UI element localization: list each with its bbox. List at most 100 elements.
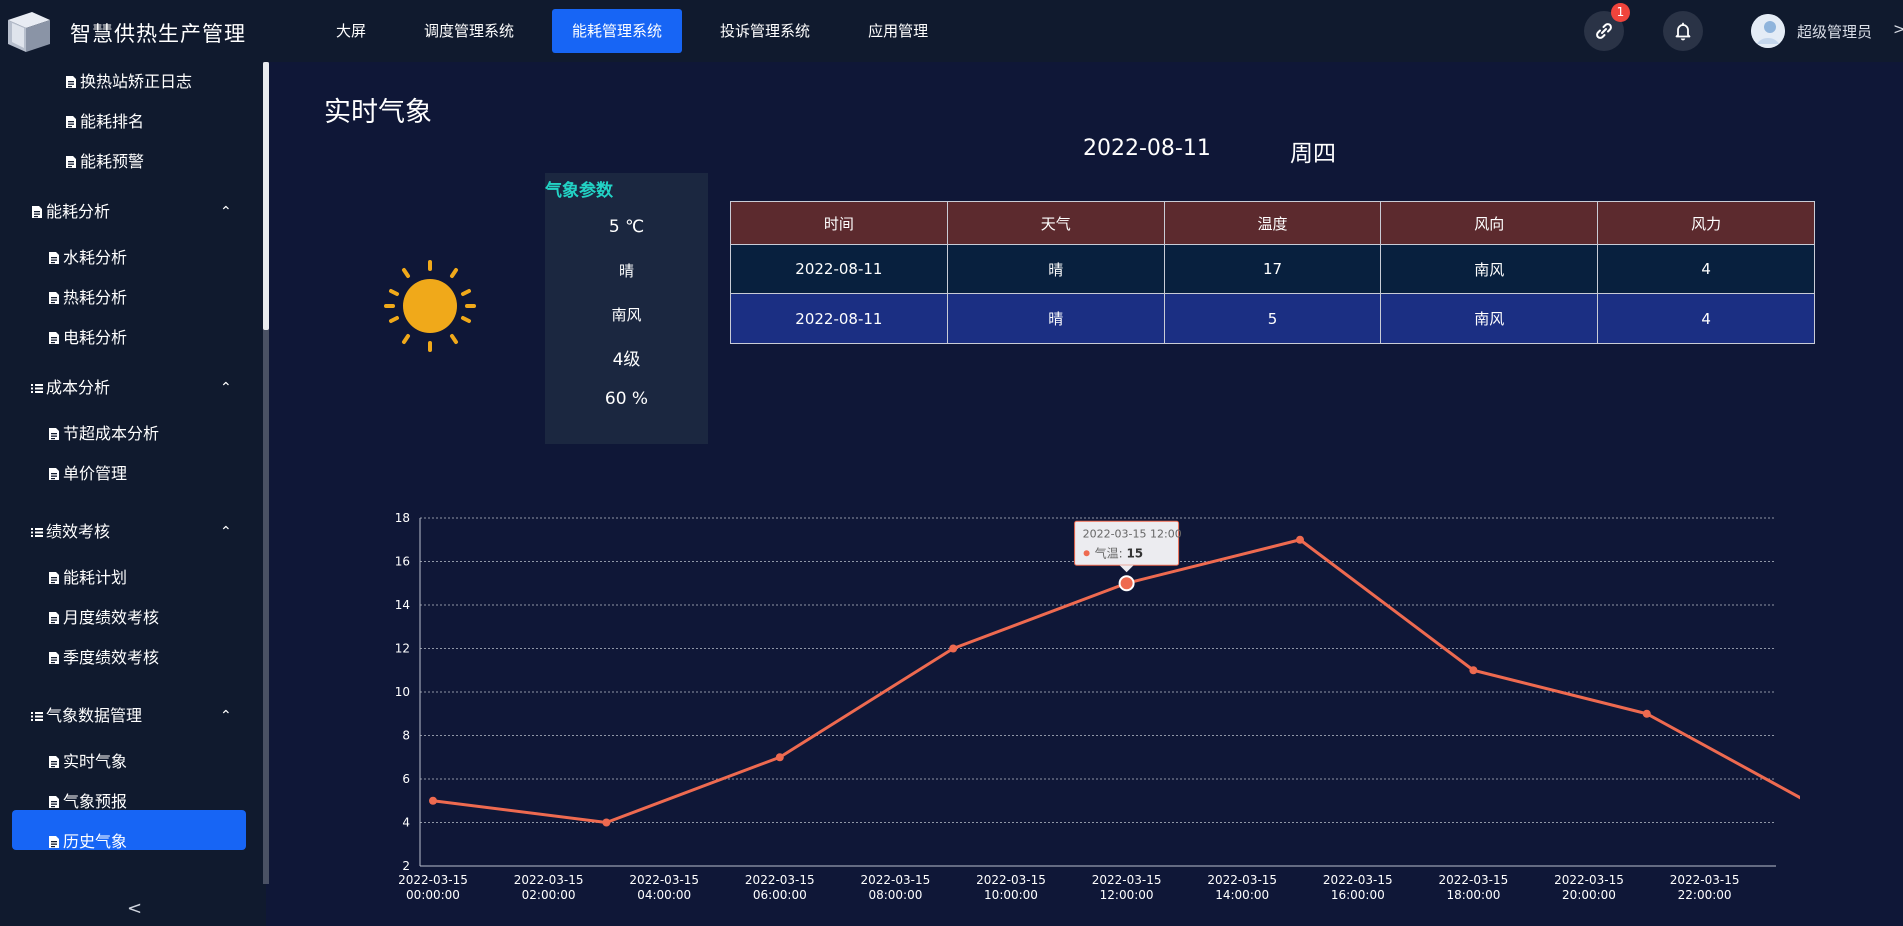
tooltip-series-marker [1083, 550, 1090, 557]
table-row[interactable]: 2022-08-11 晴 5 南风 4 [730, 293, 1815, 344]
sidebar-item[interactable]: 单价管理 [47, 462, 127, 486]
weather-humidity: 60 % [604, 389, 649, 409]
nav-item-dashboard[interactable]: 大屏 [316, 9, 386, 53]
y-tick-label: 16 [395, 555, 410, 569]
sidebar-item[interactable]: 历史气象 [47, 830, 127, 854]
x-tick-label: 2022-03-15 16:00:00 [1323, 873, 1393, 902]
sidebar-scrollbar-thumb[interactable] [263, 62, 269, 330]
chevron-up-icon[interactable]: ⌃ [220, 520, 232, 544]
nav-item-energy[interactable]: 能耗管理系统 [552, 9, 683, 53]
sidebar-item[interactable]: 热耗分析 [47, 286, 127, 310]
y-tick-label: 10 [395, 685, 410, 699]
file-icon [49, 796, 59, 808]
sidebar-item-label: 换热站矫正日志 [80, 72, 193, 91]
chevron-up-icon[interactable]: ⌃ [220, 200, 232, 224]
file-icon [49, 652, 59, 664]
data-point [1469, 666, 1478, 675]
temperature-chart[interactable]: 2 4 6 8 10 12 14 16 18 2022-03-15 00:00:00 2022-03-… [380, 500, 1800, 926]
sidebar-item[interactable]: 电耗分析 [47, 326, 127, 350]
table-header-cell: 风力 [1597, 201, 1815, 245]
x-tick-label: 2022-03-15 04:00:00 [629, 873, 699, 902]
data-point [429, 796, 437, 805]
sidebar-item[interactable]: 能耗预警 [64, 150, 144, 174]
sidebar-item[interactable]: 节超成本分析 [47, 422, 159, 446]
y-tick-label: 18 [395, 511, 410, 525]
file-icon [32, 206, 42, 218]
sidebar-group[interactable]: 气象数据管理 ⌃ [30, 704, 240, 728]
data-point [1642, 709, 1651, 718]
table-cell: 南风 [1380, 244, 1599, 294]
sidebar-item[interactable]: 换热站矫正日志 [64, 70, 192, 94]
tooltip-series-label: 气温: 15 [1095, 545, 1144, 560]
sidebar-item-label: 气象预报 [63, 792, 128, 811]
x-tick-label: 2022-03-15 12:00:00 [1092, 873, 1162, 902]
table-cell: 晴 [946, 244, 1165, 294]
table-header-cell: 风向 [1380, 201, 1599, 245]
file-icon [49, 836, 59, 848]
sidebar-item-label: 热耗分析 [63, 288, 128, 307]
file-icon [49, 612, 59, 624]
file-icon [49, 756, 59, 768]
table-header-cell: 天气 [946, 201, 1165, 245]
x-tick-label: 2022-03-15 14:00:00 [1207, 873, 1277, 902]
collapse-sidebar-button[interactable]: < [127, 898, 142, 919]
sidebar-item[interactable]: 月度绩效考核 [47, 606, 159, 630]
avatar[interactable] [1751, 14, 1785, 48]
list-icon [31, 528, 43, 537]
nav-item-dispatch[interactable]: 调度管理系统 [404, 9, 534, 53]
top-bar: 智慧供热生产管理 大屏 调度管理系统 能耗管理系统 投诉管理系统 应用管理 1 … [0, 0, 1903, 62]
nav-item-app-manage[interactable]: 应用管理 [848, 9, 948, 53]
current-date: 2022-08-11 [1083, 136, 1211, 161]
y-tick-label: 6 [402, 772, 410, 786]
chevron-up-icon[interactable]: ⌃ [220, 704, 232, 728]
y-tick-label: 8 [402, 729, 410, 743]
file-icon [66, 156, 76, 168]
sidebar-item-label: 能耗分析 [46, 202, 111, 221]
sidebar-item-label: 节超成本分析 [63, 424, 160, 443]
table-header-cell: 温度 [1163, 201, 1382, 245]
notification-button[interactable] [1663, 11, 1703, 51]
table-cell: 5 [1163, 293, 1382, 344]
sun-icon [384, 260, 476, 352]
table-row[interactable]: 2022-08-11 晴 17 南风 4 [730, 244, 1815, 294]
y-tick-label: 14 [395, 598, 410, 612]
weather-temperature: 5 ℃ [608, 217, 645, 237]
tooltip-title: 2022-03-15 12:00 [1083, 527, 1182, 540]
weather-wind-level: 4级 [612, 350, 641, 370]
table-header-row: 时间 天气 温度 风向 风力 [730, 201, 1815, 245]
sidebar-item[interactable]: 能耗排名 [64, 110, 144, 134]
sidebar-group[interactable]: 能耗分析 ⌃ [30, 200, 240, 224]
sidebar-item[interactable]: 气象预报 [47, 790, 127, 814]
sidebar-group[interactable]: 成本分析 ⌃ [30, 376, 240, 400]
sidebar-item-label: 实时气象 [63, 752, 128, 771]
sidebar-group[interactable]: 绩效考核 ⌃ [30, 520, 240, 544]
weather-table: 时间 天气 温度 风向 风力 2022-08-11 晴 17 南风 4 2022… [730, 201, 1815, 344]
data-point [1118, 575, 1135, 592]
y-tick-label: 12 [395, 642, 410, 656]
user-menu-arrow[interactable]: > [1893, 20, 1903, 38]
list-icon [31, 712, 43, 721]
link-button[interactable]: 1 [1584, 3, 1630, 51]
main-nav: 大屏 调度管理系统 能耗管理系统 投诉管理系统 应用管理 [316, 9, 966, 53]
sidebar-item-label: 季度绩效考核 [63, 648, 160, 667]
sidebar-item[interactable]: 能耗计划 [47, 566, 127, 590]
sidebar-item[interactable]: 水耗分析 [47, 246, 127, 270]
temperature-line [432, 538, 1800, 824]
sidebar-item-label: 月度绩效考核 [63, 608, 160, 627]
weather-wind-direction: 南风 [611, 306, 642, 324]
x-tick-label: 2022-03-15 00:00:00 [398, 873, 468, 902]
sidebar-item[interactable]: 季度绩效考核 [47, 646, 159, 670]
file-icon [66, 76, 76, 88]
file-icon [66, 116, 76, 128]
weather-params-title: 气象参数 [545, 181, 613, 201]
nav-item-complaint[interactable]: 投诉管理系统 [700, 9, 830, 53]
sidebar-item[interactable]: 实时气象 [47, 750, 127, 774]
chevron-up-icon[interactable]: ⌃ [220, 376, 232, 400]
user-name[interactable]: 超级管理员 [1797, 21, 1872, 42]
bell-icon [1675, 22, 1691, 41]
link-icon [1596, 23, 1612, 39]
x-tick-label: 2022-03-15 18:00:00 [1439, 873, 1509, 902]
x-tick-label: 2022-03-15 20:00:00 [1554, 873, 1624, 902]
sidebar-item-label: 成本分析 [46, 378, 111, 397]
x-tick-label: 2022-03-15 10:00:00 [976, 873, 1046, 902]
